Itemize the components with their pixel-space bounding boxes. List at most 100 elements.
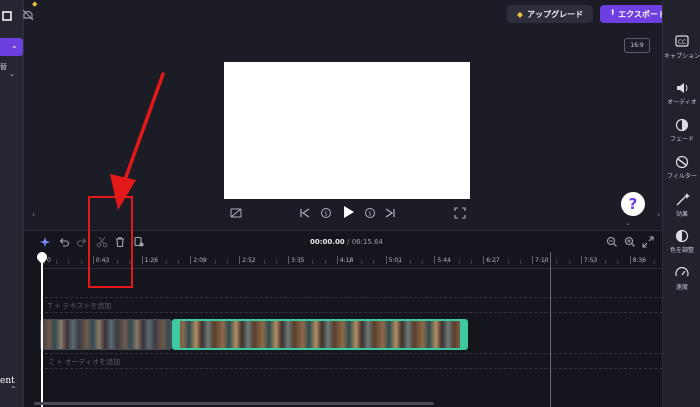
speed-label: 速度	[675, 284, 688, 291]
ruler-minor-tick	[349, 260, 350, 264]
text-track[interactable]: T + テキストを追加	[40, 297, 662, 313]
magic-wand-icon	[676, 193, 690, 206]
fullscreen-icon[interactable]	[454, 207, 466, 219]
add-text-label: + テキストを追加	[54, 302, 112, 310]
video-preview-canvas[interactable]	[224, 62, 470, 199]
ruler-minor-tick	[214, 260, 216, 264]
ruler-tick	[385, 256, 387, 264]
redo-icon[interactable]	[76, 236, 88, 248]
skip-back-icon[interactable]	[299, 207, 311, 219]
captions-tool[interactable]: CC キャプション	[663, 34, 700, 60]
effects-label: 効果	[675, 211, 688, 218]
filters-tool[interactable]: フィルター	[663, 154, 700, 180]
ruler-minor-tick	[507, 260, 509, 264]
play-icon[interactable]	[341, 205, 355, 219]
timeline-scrollbar[interactable]	[34, 402, 434, 405]
add-audio-placeholder[interactable]: ♫ + オーディオを追加	[48, 357, 120, 367]
ruler-minor-tick	[56, 260, 58, 264]
filters-label: フィルター	[667, 173, 697, 180]
upgrade-label: アップグレード	[527, 9, 584, 19]
chevron-down-icon[interactable]: ⌄	[625, 219, 631, 227]
ruler-minor-tick	[617, 260, 619, 264]
video-clip-1[interactable]	[40, 319, 172, 350]
color-adjust-tool[interactable]: 色を調整	[663, 228, 700, 254]
effects-tool[interactable]: 効果	[663, 192, 700, 218]
ruler-minor-tick	[178, 260, 180, 264]
fade-label: フェード	[669, 136, 694, 143]
ruler-tick-label: 8:36	[632, 257, 647, 264]
ruler-tick	[483, 256, 485, 264]
audio-track[interactable]: ♫ + オーディオを追加	[40, 353, 662, 369]
timeline-end-marker	[550, 252, 551, 407]
media-tab-button[interactable]: ⌄	[0, 38, 23, 56]
total-time: / 06:15.64	[347, 238, 384, 246]
svg-text:CC: CC	[678, 39, 686, 46]
ruler-minor-tick	[446, 260, 448, 264]
current-time: 00:00.00	[310, 238, 345, 246]
ruler-minor-tick	[324, 260, 326, 264]
panel-collapse-handle[interactable]: ›	[657, 210, 660, 219]
ruler-tick	[239, 256, 241, 264]
forward-5-icon[interactable]: 5	[364, 207, 376, 219]
rewind-5-icon[interactable]: 5	[320, 207, 332, 219]
filter-icon	[675, 155, 689, 169]
ruler-minor-tick	[458, 260, 460, 264]
annotation-arrow	[110, 72, 165, 210]
export-label: エクスポート	[618, 9, 666, 19]
magic-sparkle-icon[interactable]	[40, 236, 52, 248]
fit-timeline-icon[interactable]	[642, 236, 654, 248]
video-track	[40, 319, 662, 350]
ruler-tick-label: 5:01	[388, 257, 403, 264]
zoom-in-icon[interactable]	[624, 236, 636, 248]
right-panel: CC キャプション オーディオ フェード フィルター 効果 色を調整 速度 ›	[657, 0, 700, 407]
clip-trim-handle-right[interactable]	[460, 321, 466, 348]
ruler-tick-label: 5:44	[437, 257, 451, 264]
ruler-tick	[190, 256, 192, 264]
ruler-tick	[336, 256, 338, 264]
ruler-minor-tick	[495, 260, 497, 264]
ruler-minor-tick	[275, 260, 277, 264]
timeline-ruler[interactable]: 0 0:43 1:26 2:09 2:52 3:35 4:18 5:01 5:44 6:27 7:1…	[40, 253, 662, 269]
ruler-tick	[629, 256, 631, 264]
duplicate-icon[interactable]	[133, 236, 145, 248]
screenshot-icon[interactable]	[230, 207, 242, 219]
playhead[interactable]	[41, 252, 43, 407]
ruler-minor-tick	[593, 260, 594, 264]
help-button[interactable]: ?	[621, 192, 645, 216]
color-adjust-label: 色を調整	[669, 247, 694, 254]
clip-trim-handle-left[interactable]	[174, 321, 180, 348]
ruler-tick-label: 6:27	[486, 257, 500, 264]
premium-diamond-icon: ◆	[32, 0, 38, 8]
fade-tool[interactable]: フェード	[663, 117, 700, 143]
ruler-tick	[532, 256, 533, 264]
fade-icon	[675, 118, 689, 132]
ruler-tick-label: 0	[47, 257, 51, 264]
ruler-tick	[288, 256, 289, 264]
menu-icon[interactable]	[2, 6, 12, 21]
video-clip-2-selected[interactable]	[172, 319, 468, 350]
cc-icon: CC	[675, 35, 689, 47]
ruler-minor-tick	[300, 260, 302, 264]
ruler-tick-label: 4:18	[339, 257, 354, 264]
ruler-minor-tick	[166, 260, 167, 264]
ruler-minor-tick	[312, 260, 314, 264]
chevron-down-icon[interactable]: ⌄	[9, 70, 15, 78]
skip-forward-icon[interactable]	[384, 207, 396, 219]
ruler-minor-tick	[373, 260, 375, 264]
diamond-icon: ◆	[516, 9, 524, 19]
speed-tool[interactable]: 速度	[663, 265, 700, 291]
add-text-placeholder[interactable]: T + テキストを追加	[48, 301, 111, 311]
ruler-minor-tick	[641, 260, 643, 264]
ruler-minor-tick	[68, 260, 70, 264]
svg-text:5: 5	[368, 212, 371, 218]
audio-tool[interactable]: オーディオ	[663, 80, 700, 106]
ruler-minor-tick	[422, 260, 424, 264]
panel-collapse-handle[interactable]: ‹	[32, 210, 40, 224]
aspect-ratio-button[interactable]: 16:9	[624, 38, 650, 53]
undo-icon[interactable]	[58, 236, 70, 248]
zoom-out-icon[interactable]	[606, 236, 618, 248]
ruler-tick-label: 1:26	[144, 257, 159, 264]
upload-icon: ⭱	[611, 8, 615, 17]
upgrade-button[interactable]: ◆ アップグレード	[507, 5, 593, 23]
chevron-up-icon[interactable]: ⌃	[10, 385, 17, 394]
